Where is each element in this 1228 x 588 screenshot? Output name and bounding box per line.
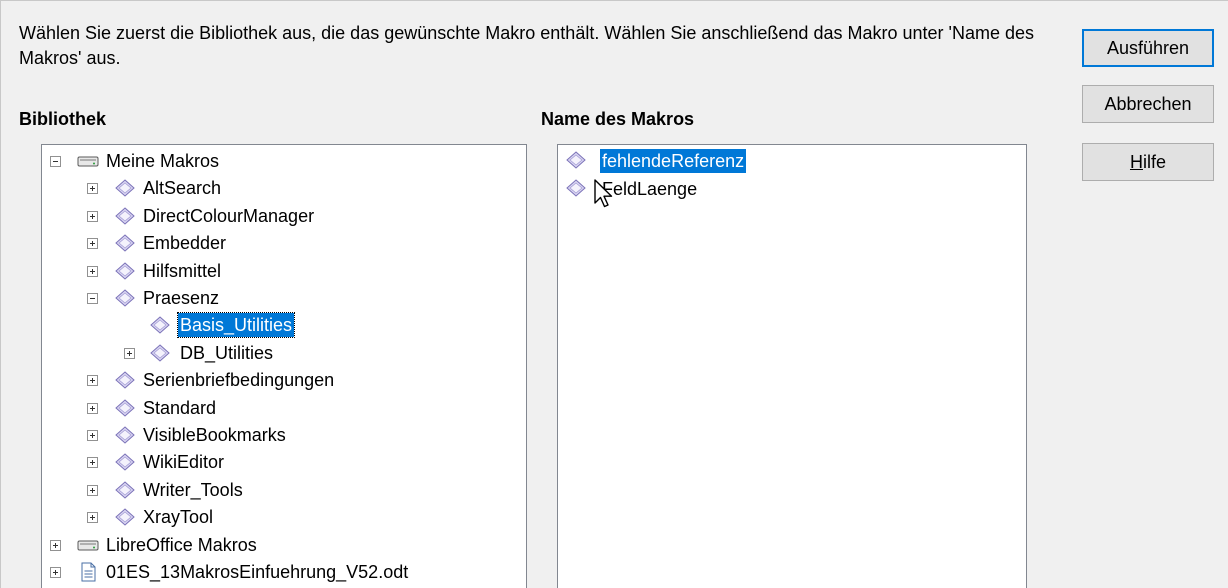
tree-item[interactable]: VisibleBookmarks [141, 423, 288, 447]
library-tree[interactable]: Meine Makros AltSearch DirectColourManager… [41, 144, 527, 588]
help-button-label: Hilfe [1130, 152, 1166, 173]
collapse-icon[interactable] [87, 293, 98, 304]
tree-item[interactable]: Serienbriefbedingungen [141, 368, 336, 392]
macro-name-label: Name des Makros [541, 109, 695, 129]
expand-icon[interactable] [87, 183, 98, 195]
expand-icon[interactable] [87, 210, 98, 222]
expand-icon[interactable] [50, 539, 61, 551]
tree-item[interactable]: WikiEditor [141, 450, 226, 474]
expand-icon[interactable] [124, 347, 135, 359]
expand-icon[interactable] [87, 457, 98, 469]
expand-icon[interactable] [87, 375, 98, 387]
library-icon [114, 178, 136, 198]
expand-icon[interactable] [87, 430, 98, 441]
list-item[interactable]: fehlendeReferenz [600, 149, 747, 173]
tree-item[interactable]: Hilfsmittel [141, 259, 223, 283]
expand-icon[interactable] [87, 512, 98, 524]
expand-icon[interactable] [87, 238, 98, 250]
macro-list[interactable]: fehlendeReferenz FeldLaenge [557, 144, 1027, 588]
library-icon [114, 507, 136, 527]
library-icon [114, 261, 136, 281]
tree-item[interactable]: Meine Makros [104, 149, 221, 173]
library-icon [114, 425, 136, 445]
help-button[interactable]: Hilfe [1082, 143, 1214, 181]
cancel-button-label: Abbrechen [1104, 93, 1192, 114]
expand-icon[interactable] [87, 484, 98, 496]
library-icon [114, 452, 136, 472]
drive-icon [77, 535, 99, 555]
macro-selector-dialog: Wählen Sie zuerst die Bibliothek aus, di… [0, 0, 1228, 588]
library-icon [114, 288, 136, 308]
tree-item[interactable]: DB_Utilities [178, 341, 275, 365]
library-icon [114, 398, 136, 418]
tree-item[interactable]: Writer_Tools [141, 478, 245, 502]
run-button-label: Ausführen [1106, 37, 1190, 58]
macro-icon [565, 150, 587, 170]
library-icon [114, 233, 136, 253]
document-icon [77, 562, 99, 582]
help-label-rest: ilfe [1142, 151, 1166, 172]
tree-item[interactable]: AltSearch [141, 176, 223, 200]
collapse-icon[interactable] [50, 156, 61, 167]
expand-icon[interactable] [87, 402, 98, 414]
library-icon [114, 370, 136, 390]
macro-icon [565, 178, 587, 198]
tree-item[interactable]: DirectColourManager [141, 204, 316, 228]
expand-icon[interactable] [87, 265, 98, 277]
expand-icon[interactable] [50, 567, 61, 578]
library-label: Bibliothek [19, 109, 107, 129]
tree-item[interactable]: XrayTool [141, 505, 215, 529]
tree-item[interactable]: 01ES_13MakrosEinfuehrung_V52.odt [104, 560, 410, 584]
tree-item[interactable]: Basis_Utilities [176, 312, 296, 339]
library-icon [114, 480, 136, 500]
help-mnemonic: H [1129, 151, 1143, 172]
mouse-cursor-icon [594, 179, 613, 208]
module-icon [149, 315, 171, 335]
run-button[interactable]: Ausführen [1082, 29, 1214, 67]
module-icon [149, 343, 171, 363]
instruction-text: Wählen Sie zuerst die Bibliothek aus, di… [19, 23, 1034, 68]
tree-item[interactable]: LibreOffice Makros [104, 533, 259, 557]
drive-icon [77, 151, 99, 171]
tree-item[interactable]: Embedder [141, 231, 228, 255]
tree-item[interactable]: Praesenz [141, 286, 221, 310]
library-icon [114, 206, 136, 226]
cancel-button[interactable]: Abbrechen [1082, 85, 1214, 123]
tree-item[interactable]: Standard [141, 396, 218, 420]
